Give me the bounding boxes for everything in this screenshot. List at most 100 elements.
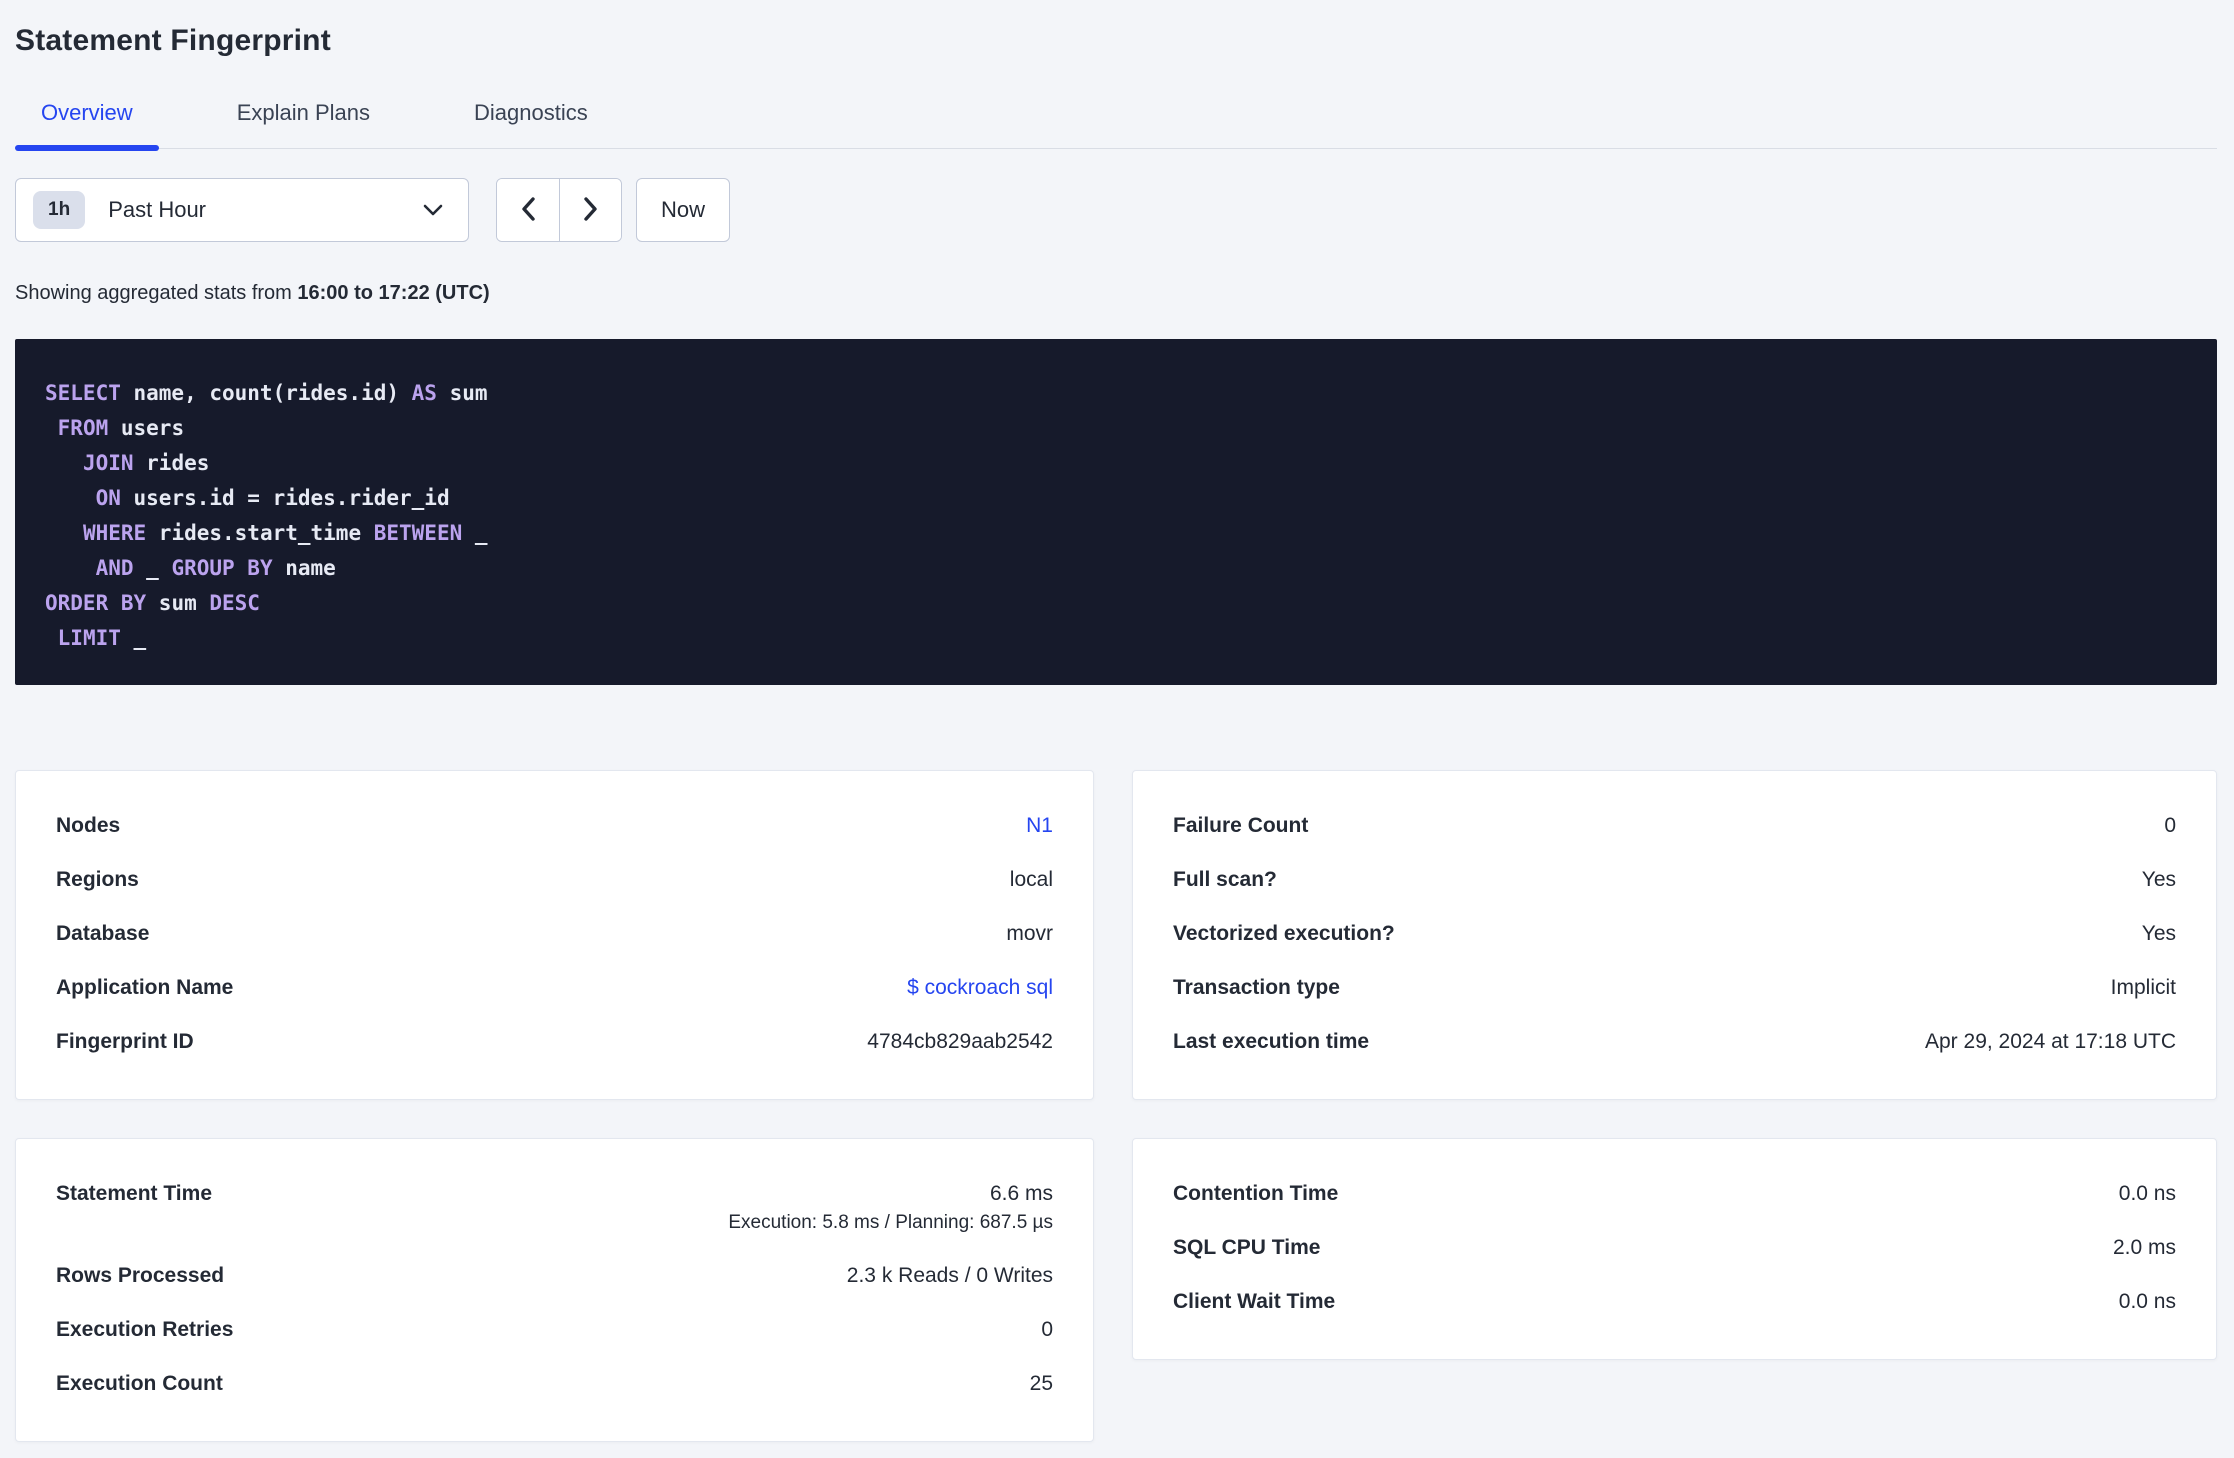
time-range-badge: 1h	[33, 191, 86, 229]
time-range-dropdown[interactable]: 1h Past Hour	[15, 178, 469, 242]
stat-value-block: movr	[1006, 921, 1053, 947]
statement-details-card: Nodes N1 Regions local Database movr Applicati…	[15, 770, 1094, 1100]
sql-keyword: AND	[95, 556, 134, 580]
stat-value-link[interactable]: N1	[1026, 814, 1053, 837]
stat-value: 0	[2164, 814, 2176, 837]
stat-row: Failure Count 0	[1173, 813, 2176, 839]
stat-value: 0	[1041, 1318, 1053, 1341]
stat-label: Full scan?	[1173, 868, 1277, 891]
sql-text: sum	[146, 591, 210, 615]
stat-value-block: N1	[1026, 813, 1053, 839]
stat-value-block: Yes	[2142, 921, 2176, 947]
stat-row: Vectorized execution? Yes	[1173, 921, 2176, 947]
tab-explain-plans[interactable]: Explain Plans	[211, 100, 396, 148]
stat-row: Rows Processed 2.3 k Reads / 0 Writes	[56, 1263, 1053, 1289]
stat-value: Yes	[2141, 868, 2176, 891]
sql-text: sum	[436, 381, 488, 405]
sql-keyword: FROM	[57, 416, 109, 440]
stats-summary-range: 16:00 to 17:22 (UTC)	[297, 282, 490, 304]
sql-keyword: ON	[95, 486, 121, 510]
sql-text: _	[462, 521, 488, 545]
now-button[interactable]: Now	[636, 178, 730, 242]
stat-row: Client Wait Time 0.0 ns	[1173, 1289, 2176, 1315]
page-title: Statement Fingerprint	[15, 24, 331, 57]
stat-value: 2.0 ms	[2112, 1236, 2176, 1259]
sql-line: SELECT name, count(rides.id) AS sum	[45, 376, 2187, 411]
sql-text: name, count(rides.id)	[120, 381, 412, 405]
stat-label: Fingerprint ID	[56, 1030, 194, 1053]
stat-label: Regions	[56, 868, 139, 891]
sql-text: name	[272, 556, 336, 580]
sql-line: ON users.id = rides.rider_id	[45, 481, 2187, 516]
stat-value: 0.0 ns	[2118, 1290, 2176, 1313]
tab-diagnostics[interactable]: Diagnostics	[448, 100, 614, 148]
stat-label: Rows Processed	[56, 1264, 225, 1287]
stat-value-block: 0.0 ns	[2119, 1289, 2176, 1315]
stat-value: 2.3 k Reads / 0 Writes	[846, 1264, 1053, 1287]
sql-line: JOIN rides	[45, 446, 2187, 481]
sql-keyword: WHERE	[82, 521, 147, 545]
stat-label: Execution Retries	[56, 1318, 234, 1341]
statement-timing-card: Statement Time 6.6 ms Execution: 5.8 ms / …	[15, 1138, 1094, 1442]
stat-value-link[interactable]: $ cockroach sql	[907, 976, 1053, 999]
summary-cards-grid: Nodes N1 Regions local Database movr Applicati…	[15, 770, 2217, 1442]
stat-value-block: Yes	[2142, 867, 2176, 893]
sql-keyword: JOIN	[82, 451, 134, 475]
sql-keyword: DESC	[209, 591, 260, 615]
stat-row: Nodes N1	[56, 813, 1053, 839]
sql-text: users	[108, 416, 185, 440]
stat-value: Apr 29, 2024 at 17:18 UTC	[1925, 1030, 2176, 1053]
previous-range-button[interactable]	[497, 179, 559, 241]
sql-text: rides.start_time	[146, 521, 374, 545]
stat-value-block: 0	[1041, 1317, 1053, 1343]
sql-keyword: BETWEEN	[373, 521, 463, 545]
wait-timing-card: Contention Time 0.0 ns SQL CPU Time 2.0 ms C…	[1132, 1138, 2217, 1360]
stat-label: Last execution time	[1173, 1030, 1370, 1053]
sql-line: AND _ GROUP BY name	[45, 551, 2187, 586]
stat-value: local	[1009, 868, 1053, 891]
stat-value-block: $ cockroach sql	[907, 975, 1053, 1001]
stat-label: Contention Time	[1173, 1182, 1339, 1205]
stat-label: Failure Count	[1173, 814, 1309, 837]
stat-row: Execution Count 25	[56, 1371, 1053, 1397]
sql-keyword: SELECT	[45, 381, 121, 405]
stat-row: Statement Time 6.6 ms Execution: 5.8 ms / …	[56, 1181, 1053, 1235]
stat-row: Last execution time Apr 29, 2024 at 17:18…	[1173, 1029, 2176, 1055]
statement-fingerprint-page: Statement Fingerprint Overview Explain Pl…	[0, 0, 2234, 1458]
sql-text: _	[120, 626, 147, 650]
stat-value-block: 2.0 ms	[2113, 1235, 2176, 1261]
stat-label: Statement Time	[56, 1182, 212, 1205]
sql-line: LIMIT _	[45, 621, 2187, 656]
stat-value: 6.6 ms	[989, 1182, 1053, 1205]
stat-label: Database	[56, 922, 150, 945]
tab-overview[interactable]: Overview	[15, 100, 159, 151]
sql-keyword: AS	[411, 381, 437, 405]
stat-row: Database movr	[56, 921, 1053, 947]
stat-value: 4784cb829aab2542	[867, 1030, 1053, 1053]
chevron-down-icon	[422, 203, 444, 217]
stat-value-block: 2.3 k Reads / 0 Writes	[847, 1263, 1053, 1289]
stat-label: Nodes	[56, 814, 121, 837]
stats-summary-prefix: Showing aggregated stats from	[15, 282, 298, 304]
stat-row: SQL CPU Time 2.0 ms	[1173, 1235, 2176, 1261]
time-range-toolbar: 1h Past Hour Now	[15, 178, 2217, 242]
stat-value-block: 0.0 ns	[2119, 1181, 2176, 1207]
sql-text: users.id = rides.rider_id	[120, 486, 450, 510]
stat-value-block: 6.6 ms Execution: 5.8 ms / Planning: 687.…	[728, 1181, 1053, 1235]
sql-line: WHERE rides.start_time BETWEEN _	[45, 516, 2187, 551]
next-range-button[interactable]	[559, 179, 621, 241]
sql-keyword: GROUP BY	[171, 556, 273, 580]
sql-code: SELECT name, count(rides.id) AS sum FROM…	[45, 376, 2187, 656]
stat-subvalue: Execution: 5.8 ms / Planning: 687.5 µs	[728, 1212, 1053, 1233]
time-range-pager	[496, 178, 622, 242]
chevron-left-icon	[520, 196, 536, 225]
stat-value-block: 25	[1030, 1371, 1053, 1397]
stat-row: Execution Retries 0	[56, 1317, 1053, 1343]
stat-row: Regions local	[56, 867, 1053, 893]
stat-label: Transaction type	[1173, 976, 1340, 999]
sql-statement-box: SELECT name, count(rides.id) AS sum FROM…	[15, 339, 2217, 685]
stat-row: Application Name $ cockroach sql	[56, 975, 1053, 1001]
sql-text: rides	[133, 451, 210, 475]
